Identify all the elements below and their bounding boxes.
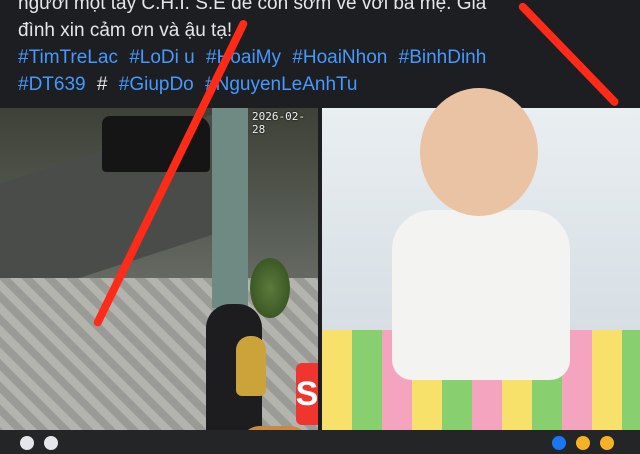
reaction-bar [0,430,640,454]
baby-body [392,210,570,380]
hashtag-link[interactable]: #DT639 [18,74,86,95]
badge: S [296,363,318,425]
sad-icon[interactable] [600,436,614,450]
reaction-icon[interactable] [44,436,58,450]
hashtag-link[interactable]: #LoDi u [129,47,195,68]
hashtag-fragment: # [96,74,108,95]
baby-head [420,88,538,216]
reaction-icons-right [552,436,614,450]
caption-line-2: đình xin cảm ơn và ậu tạ! [18,20,233,41]
photo-grid: 2026-02-28 S [0,88,640,430]
like-icon[interactable] [552,436,566,450]
hashtags-line-1: #TimTreLac #LoDi u #HoaiMy #HoaiNhon #Bi… [18,44,618,71]
reaction-icon[interactable] [20,436,34,450]
hashtag-link[interactable]: #GiupDo [119,74,194,95]
hashtag-link[interactable]: #HoaiNhon [292,47,387,68]
hashtag-link[interactable]: #BinhDinh [399,47,487,68]
hashtag-link[interactable]: #TimTreLac [18,47,118,68]
reaction-icons-left [20,436,58,450]
care-icon[interactable] [576,436,590,450]
cctv-timestamp: 2026-02-28 [252,110,305,136]
pillar [212,108,248,308]
hashtags-line-2: #DT639 # #GiupDo #NguyenLeAnhTu [18,71,618,98]
potted-plant [250,258,290,318]
child-figure [236,336,266,396]
hashtag-link[interactable]: #NguyenLeAnhTu [205,74,357,95]
hashtag-link[interactable]: #HoaiMy [206,47,281,68]
cctv-photo[interactable]: 2026-02-28 [0,108,318,430]
